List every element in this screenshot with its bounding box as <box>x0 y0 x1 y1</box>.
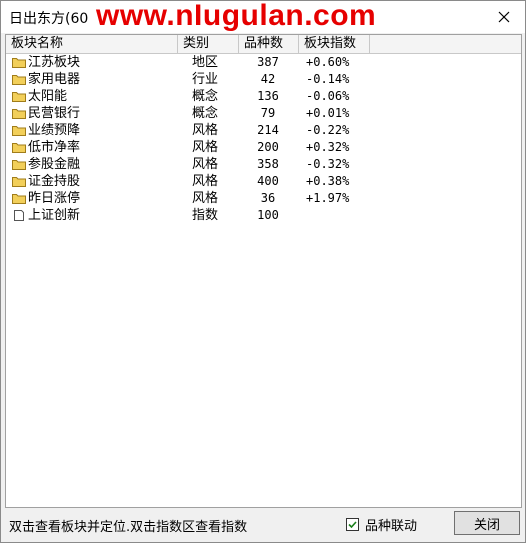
sector-name: 太阳能 <box>28 89 68 104</box>
document-icon <box>14 210 24 221</box>
checkbox-label: 品种联动 <box>365 518 418 534</box>
status-hint: 双击查看板块并定位.双击指数区查看指数 <box>9 520 248 535</box>
folder-icon <box>12 58 26 68</box>
list-header: 板块名称 类别 品种数 板块指数 <box>6 35 521 54</box>
sector-index[interactable]: +0.01% <box>306 105 349 122</box>
sector-count: 100 <box>257 208 279 222</box>
sector-count: 214 <box>257 123 279 137</box>
folder-icon <box>12 126 26 136</box>
sector-type: 行业 <box>192 72 219 87</box>
sector-name: 家用电器 <box>28 72 81 87</box>
sector-count: 200 <box>257 140 279 154</box>
sector-type: 风格 <box>192 123 219 138</box>
list-rows: 江苏板块 地区 387 +0.60% 家用电器 行业 42 -0.14% 太阳能… <box>6 54 521 224</box>
sector-count: 387 <box>257 55 279 69</box>
checkbox-box[interactable] <box>346 517 359 531</box>
sector-index[interactable]: -0.14% <box>306 71 349 88</box>
column-header-index[interactable]: 板块指数 <box>299 35 370 53</box>
sector-type: 风格 <box>192 140 219 155</box>
folder-icon <box>12 109 26 119</box>
table-row[interactable]: 太阳能 概念 136 -0.06% <box>6 88 521 105</box>
close-icon <box>498 11 510 23</box>
folder-icon <box>12 92 26 102</box>
sector-index[interactable]: +1.97% <box>306 190 349 207</box>
close-button[interactable]: 关闭 <box>454 511 520 535</box>
sector-info-dialog: 日出东方(60 www.nIugulan.com 板块名称 类别 品种数 板块指… <box>0 0 526 543</box>
sector-count: 42 <box>260 72 276 86</box>
sector-index[interactable]: +0.32% <box>306 139 349 156</box>
table-row[interactable]: 参股金融 风格 358 -0.32% <box>6 156 521 173</box>
sector-type: 风格 <box>192 157 219 172</box>
sector-count: 358 <box>257 157 279 171</box>
sector-index[interactable]: -0.32% <box>306 156 349 173</box>
column-header-type[interactable]: 类别 <box>178 35 239 53</box>
sector-name: 上证创新 <box>28 208 81 223</box>
sector-type: 指数 <box>192 208 219 223</box>
folder-icon <box>12 177 26 187</box>
sector-count: 36 <box>260 191 276 205</box>
table-row[interactable]: 证金持股 风格 400 +0.38% <box>6 173 521 190</box>
column-header-count[interactable]: 品种数 <box>239 35 299 53</box>
window-close-button[interactable] <box>493 6 515 28</box>
checkmark-icon <box>348 520 357 528</box>
folder-icon <box>12 143 26 153</box>
title-bar: 日出东方(60 www.nIugulan.com <box>1 0 525 33</box>
sector-type: 风格 <box>192 174 219 189</box>
table-row[interactable]: 家用电器 行业 42 -0.14% <box>6 71 521 88</box>
sector-type: 概念 <box>192 89 219 104</box>
sector-index[interactable]: -0.06% <box>306 88 349 105</box>
sector-type: 地区 <box>192 55 219 70</box>
sector-count: 136 <box>257 89 279 103</box>
sector-name: 江苏板块 <box>28 55 81 70</box>
sector-type: 概念 <box>192 106 219 121</box>
table-row[interactable]: 江苏板块 地区 387 +0.60% <box>6 54 521 71</box>
sector-name: 证金持股 <box>28 174 81 189</box>
linkage-checkbox[interactable]: 品种联动 <box>346 515 418 534</box>
folder-icon <box>12 160 26 170</box>
table-row[interactable]: 业绩预降 风格 214 -0.22% <box>6 122 521 139</box>
column-header-name[interactable]: 板块名称 <box>6 35 178 53</box>
table-row[interactable]: 民营银行 概念 79 +0.01% <box>6 105 521 122</box>
sector-index[interactable]: -0.22% <box>306 122 349 139</box>
sector-name: 低市净率 <box>28 140 81 155</box>
watermark-text: www.nIugulan.com <box>96 0 377 32</box>
sector-name: 昨日涨停 <box>28 191 81 206</box>
sector-index[interactable]: +0.60% <box>306 54 349 71</box>
folder-icon <box>12 75 26 85</box>
window-title: 日出东方(60 <box>9 11 89 27</box>
table-row[interactable]: 上证创新 指数 100 <box>6 207 521 224</box>
sector-name: 参股金融 <box>28 157 81 172</box>
sector-index[interactable]: +0.38% <box>306 173 349 190</box>
sector-count: 400 <box>257 174 279 188</box>
sector-count: 79 <box>260 106 276 120</box>
sector-name: 民营银行 <box>28 106 81 121</box>
table-row[interactable]: 低市净率 风格 200 +0.32% <box>6 139 521 156</box>
sector-name: 业绩预降 <box>28 123 81 138</box>
folder-icon <box>12 194 26 204</box>
table-row[interactable]: 昨日涨停 风格 36 +1.97% <box>6 190 521 207</box>
sector-type: 风格 <box>192 191 219 206</box>
sector-list[interactable]: 板块名称 类别 品种数 板块指数 江苏板块 地区 387 +0.60% 家用电器… <box>5 34 522 508</box>
